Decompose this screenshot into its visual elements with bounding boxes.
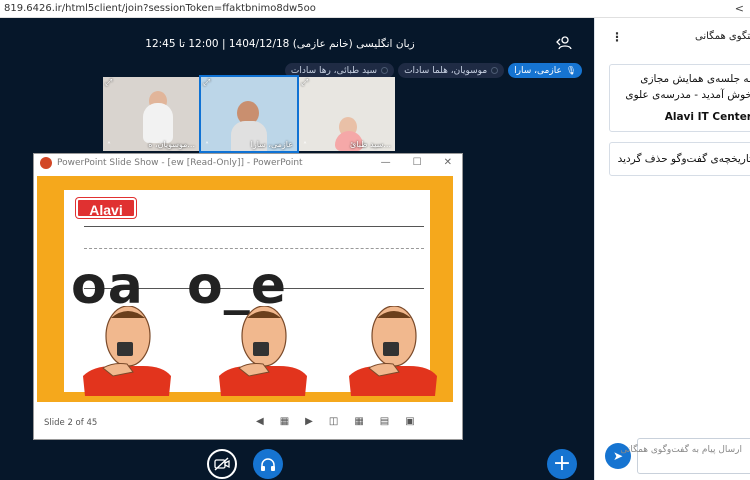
talker-dot-icon [491, 67, 499, 74]
presentation-window[interactable]: PowerPoint Slide Show - [ew [Read-Only]]… [33, 153, 463, 440]
plus-icon: + [552, 451, 572, 476]
slide-counter: Slide 2 of 45 [44, 417, 98, 428]
tile-name: سید طبائ... [350, 140, 391, 149]
guide-line-dashed [84, 248, 424, 249]
boy-illustrations [83, 306, 437, 396]
participant-body [143, 103, 173, 143]
user-list-toggle[interactable] [556, 36, 578, 54]
chat-welcome-message: به جلسه‌ی همایش مجازی خوش آمدید - مدرسه‌… [609, 64, 750, 132]
guide-line [84, 226, 424, 227]
chevron-up-icon[interactable]: ˄ [303, 141, 307, 150]
slide-menu-icon[interactable]: ▦ [280, 416, 289, 427]
video-tile[interactable]: ⤢ عازمی، سارا ˄ [199, 75, 299, 153]
talking-indicators: 🎙 عازمی، سارا موسویان، هلما سادات سید طب… [284, 63, 582, 78]
headphones-icon [261, 457, 275, 471]
boy-illustration-2 [219, 306, 307, 396]
boy-illustration-1 [83, 306, 171, 396]
chat-cleared-notice: تاریخچه‌ی گفت‌وگو حذف گردید [609, 142, 750, 176]
alavi-logo: Alavi [76, 198, 136, 218]
chat-input-placeholder: ارسال پیام به گفت‌وگوی همگانی [620, 445, 742, 455]
notes-view-icon[interactable]: ◫ [329, 416, 338, 427]
video-tile[interactable]: ⤢ سید طبائ... ˄ [299, 77, 395, 151]
welcome-line: به جلسه‌ی همایش مجازی [640, 73, 750, 85]
presentation-titlebar: PowerPoint Slide Show - [ew [Read-Only]]… [34, 154, 462, 172]
maximize-icon[interactable]: ☐ [413, 157, 422, 168]
expand-icon[interactable]: ⤢ [203, 78, 210, 88]
minimize-icon[interactable]: — [381, 157, 391, 168]
camera-off-button[interactable] [207, 449, 237, 479]
video-tile[interactable]: ⤢ موسویان، ه... ˄ [103, 77, 199, 151]
welcome-line: خوش آمدید - مدرسه‌ی علوی [625, 89, 750, 101]
close-icon[interactable]: ✕ [444, 157, 452, 168]
camera-off-icon [214, 457, 230, 471]
user-icon [556, 36, 572, 50]
tile-name: موسویان، ه... [148, 140, 195, 149]
talker-name: عازمی، سارا [514, 65, 562, 76]
tile-name: عازمی، سارا [250, 140, 293, 149]
talker-name: سید طبائی، رها سادات [290, 65, 378, 76]
chevron-up-icon[interactable]: ˄ [205, 141, 209, 150]
talker-chip[interactable]: 🎙 عازمی، سارا [508, 63, 582, 78]
meeting-title: زبان انگلیسی (خانم عازمی) 1404/12/18 | 1… [145, 38, 415, 50]
welcome-line: Alavi IT Center [664, 111, 750, 123]
presentation-statusbar: Slide 2 of 45 ◀ ▦ ▶ ◫ ▦ ▤ ▣ [34, 406, 462, 439]
boy-illustration-3 [349, 306, 437, 396]
microphone-icon: 🎙 [565, 66, 576, 75]
slide-word-left: oa [71, 256, 144, 316]
share-icon[interactable]: < [735, 2, 744, 15]
expand-icon[interactable]: ⤢ [301, 78, 308, 88]
chat-title: گفتگوی همگانی [695, 31, 750, 42]
slide-sorter-icon[interactable]: ▦ [354, 416, 363, 427]
slideshow-icon[interactable]: ▣ [405, 416, 414, 427]
chat-panel: ⋮ گفتگوی همگانی به جلسه‌ی همایش مجازی خو… [594, 18, 750, 480]
actions-button[interactable]: + [547, 449, 577, 479]
reading-view-icon[interactable]: ▤ [380, 416, 389, 427]
talker-chip[interactable]: موسویان، هلما سادات [398, 63, 505, 78]
chat-header: ⋮ گفتگوی همگانی [595, 26, 750, 46]
powerpoint-icon [40, 157, 52, 169]
audio-button[interactable] [253, 449, 283, 479]
talker-name: موسویان، هلما سادات [404, 65, 488, 76]
next-slide-icon[interactable]: ▶ [305, 416, 313, 427]
chevron-up-icon[interactable]: ˄ [107, 141, 111, 150]
more-options-icon[interactable]: ⋮ [611, 30, 623, 44]
chat-input[interactable]: ارسال پیام به گفت‌وگوی همگانی ☺ [620, 438, 750, 474]
talker-dot-icon [381, 67, 389, 74]
url-text[interactable]: 819.6426.ir/html5client/join?sessionToke… [4, 3, 316, 14]
presentation-title: PowerPoint Slide Show - [ew [Read-Only]]… [57, 158, 303, 168]
browser-url-bar[interactable]: 819.6426.ir/html5client/join?sessionToke… [0, 0, 750, 18]
previous-slide-icon[interactable]: ◀ [256, 416, 264, 427]
slide-word-right: o_e [187, 256, 287, 316]
talker-chip[interactable]: سید طبائی، رها سادات [284, 63, 395, 78]
slide-canvas: Alavi oa o_e [37, 176, 453, 402]
cleared-notice-text: تاریخچه‌ی گفت‌وگو حذف گردید [617, 153, 750, 165]
expand-icon[interactable]: ⤢ [105, 78, 112, 88]
